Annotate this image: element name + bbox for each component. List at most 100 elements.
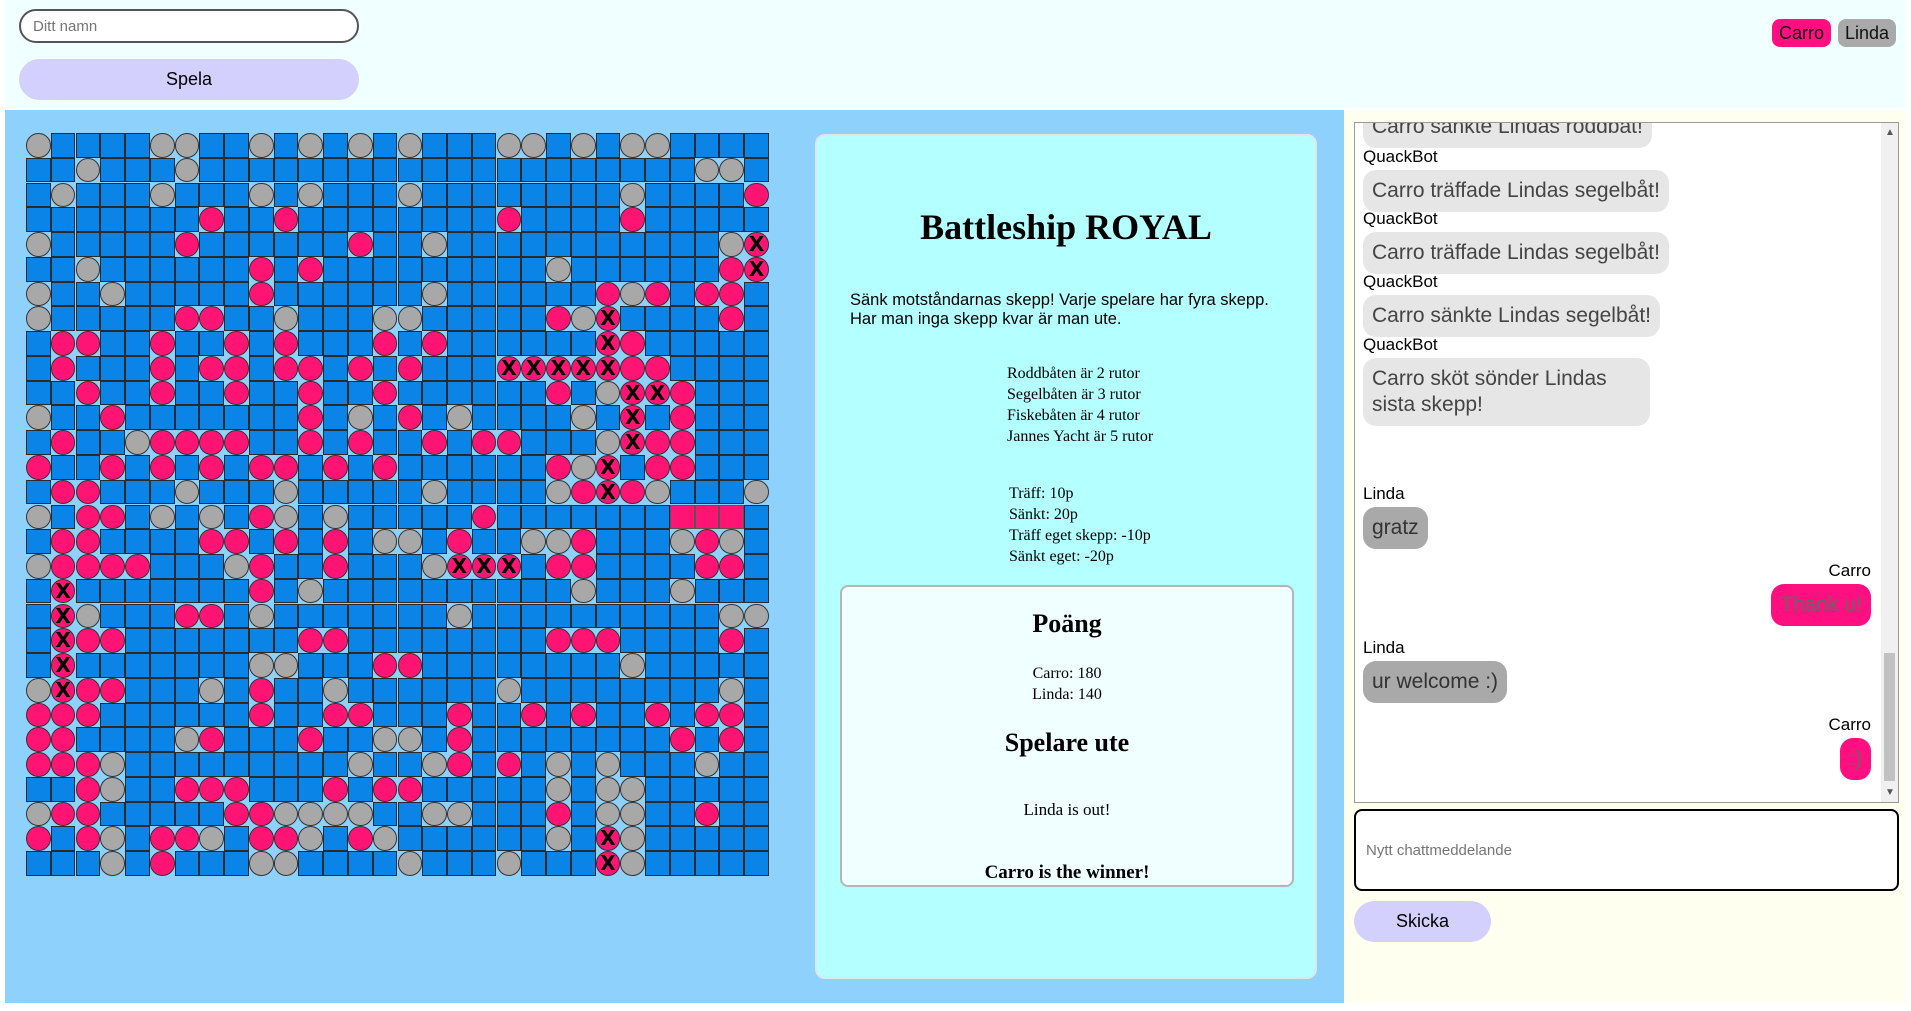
water-cell[interactable] xyxy=(347,504,373,530)
water-cell[interactable] xyxy=(248,752,274,777)
hit-marker[interactable] xyxy=(323,454,348,480)
water-cell[interactable] xyxy=(694,677,720,703)
water-cell[interactable] xyxy=(273,677,299,703)
water-cell[interactable] xyxy=(744,801,769,827)
water-cell[interactable] xyxy=(75,232,101,257)
water-cell[interactable] xyxy=(694,727,720,753)
game-board[interactable]: XXXXXXXXXXXXXXXXXXXXXXXXX xyxy=(26,133,769,876)
water-cell[interactable] xyxy=(323,355,348,381)
miss-marker[interactable] xyxy=(447,405,472,431)
water-cell[interactable] xyxy=(224,157,249,183)
water-cell[interactable] xyxy=(620,578,646,604)
miss-marker[interactable] xyxy=(397,727,423,753)
water-cell[interactable] xyxy=(471,306,497,332)
water-cell[interactable] xyxy=(546,603,571,629)
water-cell[interactable] xyxy=(298,454,324,480)
name-input[interactable] xyxy=(19,9,359,43)
water-cell[interactable] xyxy=(719,133,745,158)
water-cell[interactable] xyxy=(100,430,125,455)
water-cell[interactable] xyxy=(50,380,76,406)
miss-marker[interactable] xyxy=(174,133,200,158)
hit-marker[interactable] xyxy=(174,430,200,455)
hit-marker[interactable] xyxy=(546,554,571,579)
water-cell[interactable] xyxy=(744,826,769,852)
miss-marker[interactable] xyxy=(620,776,646,802)
water-cell[interactable] xyxy=(471,851,497,876)
miss-marker[interactable] xyxy=(273,504,299,530)
water-cell[interactable] xyxy=(422,454,447,480)
water-cell[interactable] xyxy=(199,578,225,604)
water-cell[interactable] xyxy=(645,578,670,604)
water-cell[interactable] xyxy=(273,405,299,431)
water-cell[interactable] xyxy=(744,157,769,183)
water-cell[interactable] xyxy=(125,306,150,332)
water-cell[interactable] xyxy=(199,851,225,876)
water-cell[interactable] xyxy=(174,801,200,827)
water-cell[interactable] xyxy=(471,405,497,431)
miss-marker[interactable] xyxy=(620,653,646,678)
water-cell[interactable] xyxy=(669,752,695,777)
water-cell[interactable] xyxy=(224,256,249,282)
water-cell[interactable] xyxy=(694,207,720,232)
send-button[interactable]: Skicka xyxy=(1354,901,1491,942)
water-cell[interactable] xyxy=(397,752,423,777)
water-cell[interactable] xyxy=(645,752,670,777)
hit-marker[interactable] xyxy=(570,479,596,505)
miss-marker[interactable] xyxy=(26,677,51,703)
water-cell[interactable] xyxy=(471,826,497,852)
hit-marker[interactable] xyxy=(719,702,745,728)
hit-marker[interactable] xyxy=(447,727,472,753)
water-cell[interactable] xyxy=(347,331,373,356)
water-cell[interactable] xyxy=(546,851,571,876)
water-cell[interactable] xyxy=(546,504,571,530)
hit-marker[interactable] xyxy=(248,578,274,604)
hit-marker[interactable] xyxy=(248,554,274,579)
water-cell[interactable] xyxy=(645,157,670,183)
water-cell[interactable] xyxy=(694,306,720,332)
water-cell[interactable] xyxy=(496,281,522,307)
water-cell[interactable] xyxy=(298,504,324,530)
water-cell[interactable] xyxy=(323,479,348,505)
hit-marker[interactable] xyxy=(323,628,348,654)
water-cell[interactable] xyxy=(248,727,274,753)
hit-marker[interactable] xyxy=(273,826,299,852)
water-cell[interactable] xyxy=(372,232,398,257)
miss-marker[interactable] xyxy=(645,479,670,505)
hit-marker[interactable] xyxy=(248,256,274,282)
water-cell[interactable] xyxy=(199,752,225,777)
miss-marker[interactable] xyxy=(248,133,274,158)
water-cell[interactable] xyxy=(100,157,125,183)
miss-marker[interactable] xyxy=(595,801,621,827)
water-cell[interactable] xyxy=(694,826,720,852)
sunk-marker[interactable]: X xyxy=(595,331,621,356)
water-cell[interactable] xyxy=(744,331,769,356)
water-cell[interactable] xyxy=(323,232,348,257)
hit-marker[interactable] xyxy=(75,826,101,852)
water-cell[interactable] xyxy=(471,727,497,753)
water-cell[interactable] xyxy=(149,306,175,332)
water-cell[interactable] xyxy=(546,281,571,307)
sunk-marker[interactable]: X xyxy=(50,578,76,604)
water-cell[interactable] xyxy=(298,752,324,777)
water-cell[interactable] xyxy=(347,306,373,332)
water-cell[interactable] xyxy=(100,702,125,728)
water-cell[interactable] xyxy=(620,529,646,554)
water-cell[interactable] xyxy=(496,628,522,654)
water-cell[interactable] xyxy=(546,182,571,208)
sunk-marker[interactable]: X xyxy=(595,355,621,381)
hit-marker[interactable] xyxy=(224,430,249,455)
hit-marker[interactable] xyxy=(199,207,225,232)
miss-marker[interactable] xyxy=(496,677,522,703)
water-cell[interactable] xyxy=(694,603,720,629)
water-cell[interactable] xyxy=(26,479,51,505)
water-cell[interactable] xyxy=(125,653,150,678)
water-cell[interactable] xyxy=(125,603,150,629)
sunk-marker[interactable]: X xyxy=(496,554,522,579)
water-cell[interactable] xyxy=(174,355,200,381)
water-cell[interactable] xyxy=(669,182,695,208)
water-cell[interactable] xyxy=(546,207,571,232)
water-cell[interactable] xyxy=(26,653,51,678)
hit-marker[interactable] xyxy=(174,776,200,802)
water-cell[interactable] xyxy=(100,603,125,629)
water-cell[interactable] xyxy=(298,232,324,257)
